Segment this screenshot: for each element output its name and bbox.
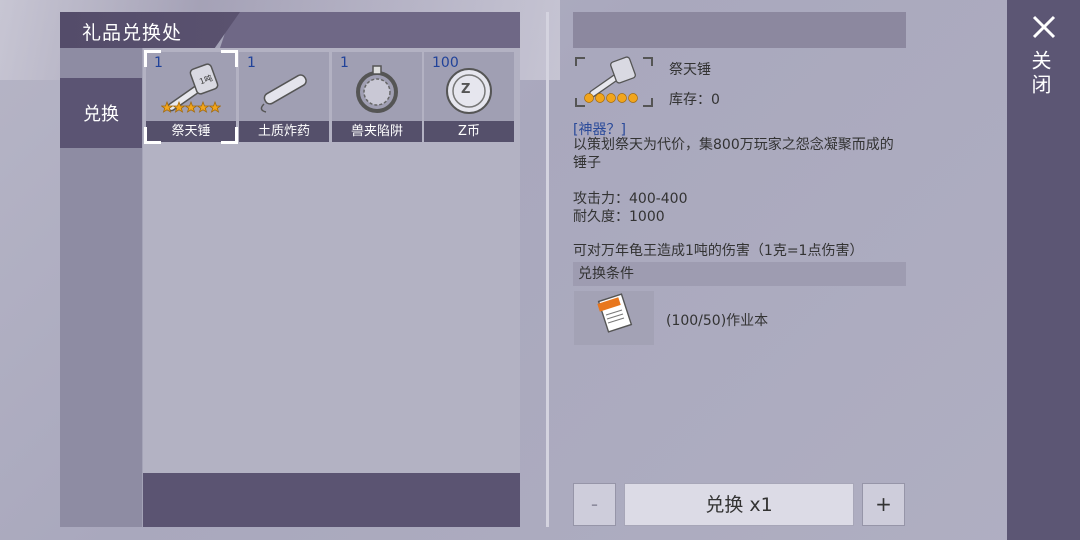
panel-title: 礼品兑换处 <box>82 22 183 44</box>
detail-header <box>573 12 906 48</box>
panel-divider <box>546 12 549 527</box>
selection-corner <box>221 127 238 144</box>
panel-title-tab: 礼品兑换处 <box>60 12 240 48</box>
condition-header-label: 兑换条件 <box>578 266 634 282</box>
trap-icon <box>356 65 398 113</box>
condition-item-slot[interactable] <box>574 291 654 345</box>
detail-stock: 库存：0 <box>669 92 720 108</box>
detail-description: 以策划祭天为代价，集800万玩家之怨念凝聚而成的锤子 <box>573 137 894 171</box>
item-slot-shou-jia-xian-jing[interactable]: 1 兽夹陷阱 <box>332 52 422 142</box>
condition-text: (100/50)作业本 <box>666 313 769 329</box>
notebook-icon <box>597 293 633 333</box>
selection-corner <box>144 127 161 144</box>
item-slot-z-coin[interactable]: 100 Z Z币 <box>424 52 514 142</box>
coin-icon: Z <box>446 68 492 114</box>
increase-button[interactable]: + <box>862 483 905 526</box>
dynamite-icon <box>260 74 307 113</box>
selection-corner <box>144 50 161 67</box>
item-slot-tu-zhi-zha-yao[interactable]: 1 土质炸药 <box>239 52 329 142</box>
detail-item-name: 祭天锤 <box>669 62 711 78</box>
item-slot-ji-tian-chui[interactable]: 1 1吨 祭天锤 <box>144 50 238 144</box>
detail-effect: 可对万年龟王造成1吨的伤害（1克=1点伤害） <box>573 243 864 259</box>
condition-header: 兑换条件 <box>573 262 906 286</box>
exchange-button[interactable]: 兑换 x1 <box>624 483 854 526</box>
tab-exchange-label: 兑换 <box>83 104 119 125</box>
close-label[interactable]: 关闭 <box>1028 50 1055 98</box>
selection-corner <box>221 50 238 67</box>
hammer-icon: 1吨 <box>161 63 221 113</box>
item-name: 兽夹陷阱 <box>332 121 422 142</box>
detail-attack: 攻击力：400-400 <box>573 191 688 207</box>
hammer-icon <box>575 56 653 107</box>
title-bar-stripe <box>220 12 520 48</box>
decrease-button[interactable]: - <box>573 483 616 526</box>
item-name: Z币 <box>424 121 514 142</box>
detail-durability: 耐久度：1000 <box>573 209 665 225</box>
svg-text:Z: Z <box>461 82 470 97</box>
item-name: 土质炸药 <box>239 121 329 142</box>
close-icon[interactable] <box>1029 12 1059 42</box>
item-grid-footer <box>143 473 520 527</box>
tab-exchange[interactable]: 兑换 <box>60 78 142 148</box>
